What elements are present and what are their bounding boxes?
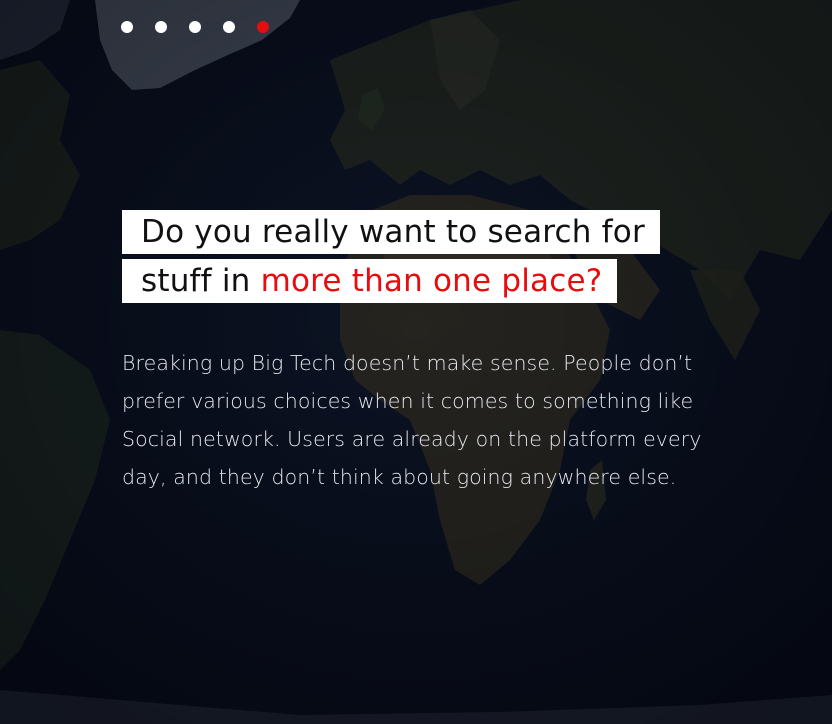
body-line-4: day, and they don’t think about going an… <box>122 465 677 489</box>
headline: Do you really want to search for stuff i… <box>122 210 660 303</box>
pagination-dot-2[interactable] <box>155 21 167 33</box>
slide: Do you really want to search for stuff i… <box>0 0 832 724</box>
pagination-dot-5-active[interactable] <box>257 21 269 33</box>
body-paragraph: Breaking up Big Tech doesn’t make sense.… <box>122 344 762 496</box>
headline-accent: more than one place? <box>260 263 603 299</box>
headline-line-1-text: Do you really want to search for <box>141 214 645 250</box>
pagination-dot-1[interactable] <box>121 21 133 33</box>
pagination-dots <box>121 21 269 33</box>
pagination-dot-3[interactable] <box>189 21 201 33</box>
pagination-dot-4[interactable] <box>223 21 235 33</box>
body-line-2: prefer various choices when it comes to … <box>122 389 694 413</box>
headline-line-1: Do you really want to search for <box>122 210 660 254</box>
body-line-3: Social network. Users are already on the… <box>122 427 702 451</box>
headline-line-2: stuff in more than one place? <box>122 259 618 303</box>
body-line-1: Breaking up Big Tech doesn’t make sense.… <box>122 351 693 375</box>
headline-line-2-prefix: stuff in <box>141 263 261 299</box>
